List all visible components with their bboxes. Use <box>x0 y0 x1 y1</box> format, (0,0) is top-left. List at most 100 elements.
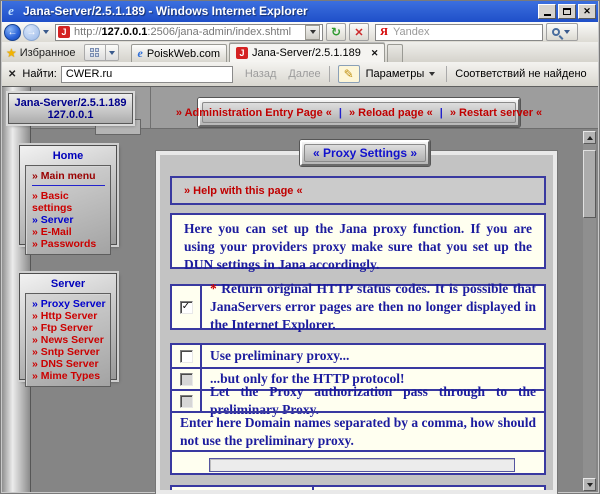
close-button[interactable]: ✕ <box>578 4 596 19</box>
tab-close-icon[interactable]: ✕ <box>371 48 379 59</box>
http-status-option-table: ✓ * Return original HTTP status codes. I… <box>170 284 546 330</box>
frame-seam <box>150 87 151 129</box>
url-host: 127.0.0.1 <box>102 26 148 38</box>
separator <box>446 66 447 82</box>
option-text: Use preliminary proxy... <box>202 345 357 367</box>
tabs-bar: ★ Избранное e PoiskWeb.com J Jana-Server… <box>0 42 600 62</box>
arrow-down-icon <box>587 483 593 487</box>
separator <box>329 66 330 82</box>
sidebar-item-main-menu[interactable]: » Main menu <box>32 170 108 182</box>
tab-poiskweb[interactable]: e PoiskWeb.com <box>131 44 227 62</box>
url-field[interactable]: J http://127.0.0.1:2506/jana-admin/index… <box>55 24 323 41</box>
preliminary-proxy-table: Use preliminary proxy... ...but only for… <box>170 343 546 475</box>
scroll-down-button[interactable] <box>583 478 596 491</box>
table-cell <box>172 487 314 494</box>
scrollbar-thumb[interactable] <box>583 150 596 218</box>
use-preliminary-proxy-row: Use preliminary proxy... <box>172 345 544 367</box>
content-scrollbar[interactable] <box>583 131 596 491</box>
sidebar-item-server[interactable]: » Server <box>32 214 108 226</box>
page-viewport: » Administration Entry Page « | » Reload… <box>0 87 600 494</box>
search-options-icon <box>564 30 570 34</box>
highlight-button[interactable]: ✎ <box>338 65 360 83</box>
find-bar: ✕ Найти: CWER.ru Назад Далее ✎ Параметры… <box>0 62 600 87</box>
minimize-button[interactable] <box>538 4 556 19</box>
checkbox-cell: ✓ <box>172 286 202 328</box>
http-only-checkbox[interactable] <box>180 373 193 386</box>
domain-exclusion-input[interactable] <box>209 458 515 472</box>
home-menu-box: Home » Main menu » Basic settings » Serv… <box>19 145 117 245</box>
favorites-star-icon[interactable]: ★ <box>6 46 17 60</box>
window-title: Jana-Server/2.5.1.189 - Windows Internet… <box>23 4 538 18</box>
http-status-checkbox[interactable]: ✓ <box>180 301 193 314</box>
quick-tabs-button[interactable] <box>84 44 106 61</box>
use-preliminary-proxy-checkbox[interactable] <box>180 350 193 363</box>
home-menu-title: Home <box>20 146 116 165</box>
recent-pages-icon[interactable] <box>43 30 49 34</box>
refresh-button[interactable]: ↻ <box>326 23 346 41</box>
help-link[interactable]: » Help with this page « <box>184 185 303 197</box>
required-star: * <box>210 281 217 296</box>
sidebar-item-news-server[interactable]: » News Server <box>32 334 108 346</box>
nav-reload-link[interactable]: » Reload page « <box>349 107 433 119</box>
page-title-inner: « Proxy Settings » <box>304 144 426 162</box>
sidebar-item-http-server[interactable]: » Http Server <box>32 310 108 322</box>
home-menu-list: » Main menu » Basic settings » Server » … <box>25 165 111 255</box>
url-path: :2506/jana-admin/index.shtml <box>147 26 291 38</box>
find-options-label: Параметры <box>366 68 425 80</box>
nav-admin-entry-link[interactable]: » Administration Entry Page « <box>176 107 332 119</box>
search-placeholder: Yandex <box>393 26 430 38</box>
favorites-label[interactable]: Избранное <box>20 47 76 59</box>
sidebar-item-sntp-server[interactable]: » Sntp Server <box>32 346 108 358</box>
find-next-button[interactable]: Далее <box>288 68 320 80</box>
browser-window: e Jana-Server/2.5.1.189 - Windows Intern… <box>0 0 600 494</box>
nav-restart-link[interactable]: » Restart server « <box>450 107 542 119</box>
sidebar-item-dns-server[interactable]: » DNS Server <box>32 358 108 370</box>
top-nav-plate: » Administration Entry Page « | » Reload… <box>198 98 520 127</box>
sidebar-item-mime-types[interactable]: » Mime Types <box>32 370 108 382</box>
tab-label: PoiskWeb.com <box>147 48 220 60</box>
top-nav-inner: » Administration Entry Page « | » Reload… <box>202 102 516 123</box>
page-title: « Proxy Settings » <box>313 146 417 160</box>
chevron-down-icon <box>429 72 435 76</box>
url-dropdown-button[interactable] <box>305 25 320 40</box>
auth-passthrough-checkbox[interactable] <box>180 395 193 408</box>
sidebar-item-passwords[interactable]: » Passwords <box>32 238 108 250</box>
site-favicon: J <box>58 26 70 38</box>
url-prefix: http:// <box>74 26 102 38</box>
chevron-down-icon <box>109 51 115 55</box>
back-button[interactable]: ← <box>4 24 21 41</box>
chevron-down-icon <box>310 30 316 34</box>
server-menu-box: Server » Proxy Server » Http Server » Ft… <box>19 273 117 380</box>
help-box: » Help with this page « <box>170 176 546 205</box>
highlight-pencil-icon: ✎ <box>344 67 354 81</box>
find-options-button[interactable]: Параметры <box>366 68 439 80</box>
find-back-button[interactable]: Назад <box>245 68 277 80</box>
http-status-option-text: * Return original HTTP status codes. It … <box>202 278 544 335</box>
sidebar-item-email[interactable]: » E-Mail <box>32 226 108 238</box>
title-bar: e Jana-Server/2.5.1.189 - Windows Intern… <box>0 0 600 22</box>
domain-exclusion-label: Enter here Domain names separated by a c… <box>172 411 544 450</box>
sidebar-item-basic-settings[interactable]: » Basic settings <box>32 190 92 214</box>
maximize-button[interactable] <box>558 4 576 19</box>
search-button[interactable] <box>546 23 578 41</box>
tab-jana-server[interactable]: J Jana-Server/2.5.1.189 ✕ <box>229 43 385 62</box>
scroll-up-button[interactable] <box>583 131 596 144</box>
sidebar-item-ftp-server[interactable]: » Ftp Server <box>32 322 108 334</box>
page-title-plate: « Proxy Settings » <box>300 140 430 166</box>
checkbox-cell <box>172 345 202 367</box>
sidebar-item-proxy-server[interactable]: » Proxy Server <box>32 298 108 310</box>
ie-page-icon: e <box>138 46 143 61</box>
server-identity-box: Jana-Server/2.5.1.189 127.0.0.1 <box>8 93 133 124</box>
search-input[interactable]: Я Yandex <box>375 24 543 41</box>
tab-list-button[interactable] <box>106 44 119 61</box>
next-settings-table <box>170 485 546 494</box>
address-bar: ← → J http://127.0.0.1:2506/jana-admin/i… <box>0 22 600 42</box>
new-tab-stub[interactable] <box>387 44 403 62</box>
find-close-icon[interactable]: ✕ <box>8 69 16 80</box>
find-input[interactable]: CWER.ru <box>61 66 233 83</box>
stop-button[interactable]: ✕ <box>349 23 369 41</box>
http-status-option-row: ✓ * Return original HTTP status codes. I… <box>172 286 544 328</box>
main-content-frame: » Help with this page « Here you can set… <box>156 151 557 494</box>
forward-button[interactable]: → <box>23 24 40 41</box>
auth-passthrough-row: Let the Proxy authorization pass through… <box>172 389 544 411</box>
